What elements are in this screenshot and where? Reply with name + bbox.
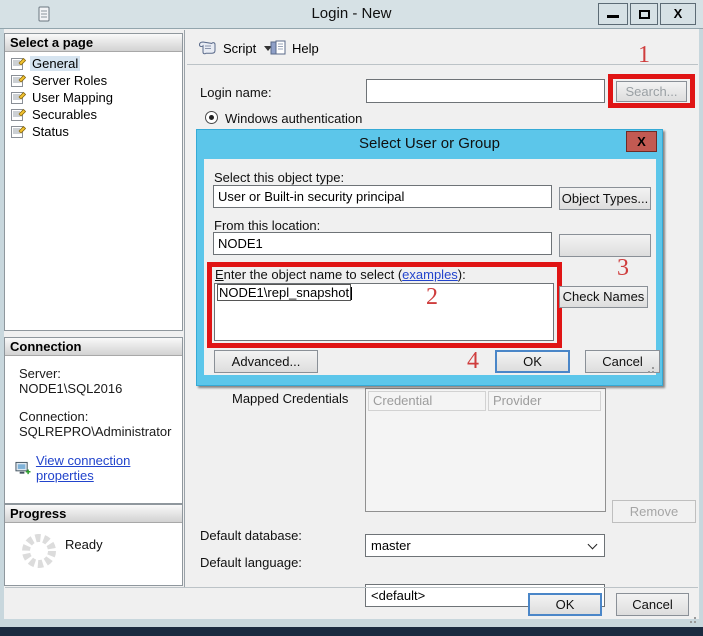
location-label: From this location: <box>214 218 321 233</box>
close-icon: X <box>673 6 683 21</box>
sidebar-item-status[interactable]: Status <box>5 123 182 140</box>
toolbar-separator <box>187 64 698 65</box>
select-a-page-panel: Select a page General Server Roles User … <box>4 33 183 331</box>
remove-button[interactable]: Remove <box>612 500 696 523</box>
examples-link[interactable]: examples <box>402 267 458 282</box>
progress-spinner-icon <box>22 534 56 568</box>
chevron-down-icon <box>587 539 598 550</box>
sidebar-item-label: Status <box>32 124 69 139</box>
connection-value: SQLREPRO\Administrator <box>19 424 172 439</box>
sidebar-item-server-roles[interactable]: Server Roles <box>5 72 182 89</box>
minimize-button[interactable] <box>598 3 628 25</box>
footer-separator <box>5 587 698 588</box>
credentials-list[interactable]: Credential Provider <box>365 388 606 512</box>
credentials-list-header: Credential Provider <box>366 389 605 413</box>
text-caret <box>351 287 353 301</box>
column-header-credential[interactable]: Credential <box>368 391 486 411</box>
dialog-title: Select User or Group <box>359 135 500 152</box>
window-border-right <box>699 29 703 627</box>
sidebar-item-user-mapping[interactable]: User Mapping <box>5 89 182 106</box>
server-value: NODE1\SQL2016 <box>19 381 123 396</box>
login-name-label: Login name: <box>200 85 272 100</box>
page-icon <box>11 74 26 87</box>
search-button[interactable]: Search... <box>616 81 687 102</box>
titlebar: Login - New X <box>0 0 703 29</box>
server-label: Server: <box>19 366 61 381</box>
annotation-step1: 1 <box>638 42 650 68</box>
windows-auth-radio[interactable] <box>205 111 218 124</box>
windows-auth-label: Windows authentication <box>225 111 363 126</box>
maximize-icon <box>639 10 650 19</box>
window-border-bottom-dark <box>0 627 703 636</box>
advanced-button[interactable]: Advanced... <box>214 350 318 373</box>
resize-grip-icon[interactable] <box>686 613 696 623</box>
sidebar-item-securables[interactable]: Securables <box>5 106 182 123</box>
default-database-value: master <box>371 538 411 553</box>
window-border-bottom <box>0 619 703 627</box>
help-icon <box>270 40 286 55</box>
dialog-resize-grip-icon[interactable] <box>644 363 654 373</box>
page-icon <box>11 108 26 121</box>
sidebar-item-label: User Mapping <box>32 90 113 105</box>
dialog-ok-button[interactable]: OK <box>495 350 570 373</box>
minimize-icon <box>607 15 619 18</box>
progress-panel: Progress Ready <box>4 504 183 586</box>
close-button[interactable]: X <box>660 3 696 25</box>
page-icon <box>11 57 26 70</box>
check-names-button[interactable]: Check Names <box>559 286 648 308</box>
default-language-value: <default> <box>371 588 426 603</box>
object-name-value: NODE1\repl_snapshot <box>217 284 352 301</box>
connection-label: Connection: <box>19 409 89 424</box>
connection-header: Connection <box>5 338 182 356</box>
location-field: NODE1 <box>213 232 552 255</box>
radio-dot-icon <box>209 115 214 120</box>
select-a-page-header: Select a page <box>5 34 182 52</box>
dialog-close-button[interactable]: X <box>626 131 657 152</box>
connection-properties-icon <box>15 461 31 474</box>
dialog-body: Select this object type: User or Built-i… <box>204 159 660 375</box>
help-label: Help <box>292 40 319 56</box>
annotation-step2: 2 <box>426 284 438 310</box>
script-label: Script <box>223 40 257 56</box>
page-icon <box>11 125 26 138</box>
progress-status: Ready <box>65 537 103 552</box>
default-database-select[interactable]: master <box>365 534 605 557</box>
script-icon <box>198 41 216 55</box>
object-name-label-accelerator: E <box>215 267 224 282</box>
select-user-or-group-dialog: Select User or Group X Select this objec… <box>196 129 663 386</box>
sidebar-divider <box>184 30 185 587</box>
maximize-button[interactable] <box>630 3 658 25</box>
cancel-button[interactable]: Cancel <box>616 593 689 616</box>
sidebar-item-general[interactable]: General <box>5 55 182 72</box>
default-language-label: Default language: <box>200 555 302 570</box>
object-name-label: Enter the object name to select (example… <box>215 267 466 282</box>
page-icon <box>11 91 26 104</box>
ok-button[interactable]: OK <box>528 593 602 616</box>
object-name-input[interactable]: NODE1\repl_snapshot <box>214 283 554 341</box>
annotation-step4: 4 <box>467 348 479 374</box>
object-type-field: User or Built-in security principal <box>213 185 552 208</box>
default-database-label: Default database: <box>200 528 302 543</box>
login-name-input[interactable] <box>366 79 605 103</box>
locations-button[interactable] <box>559 234 651 257</box>
login-new-window: Login - New X Select a page General Serv… <box>0 0 703 636</box>
sidebar-item-label: General <box>30 56 81 71</box>
sidebar-item-label: Server Roles <box>32 73 108 88</box>
column-header-provider[interactable]: Provider <box>488 391 601 411</box>
progress-header: Progress <box>5 505 182 523</box>
view-connection-properties-link[interactable]: View connection properties <box>36 453 182 483</box>
object-types-button[interactable]: Object Types... <box>559 187 651 210</box>
object-type-label: Select this object type: <box>214 170 345 185</box>
script-button[interactable]: Script <box>198 40 273 56</box>
close-icon: X <box>637 134 646 149</box>
annotation-step3: 3 <box>617 255 629 281</box>
sidebar-item-label: Securables <box>32 107 98 122</box>
mapped-credentials-label: Mapped Credentials <box>232 391 349 406</box>
help-button[interactable]: Help <box>270 40 319 56</box>
connection-panel: Connection Server: NODE1\SQL2016 Connect… <box>4 337 183 504</box>
